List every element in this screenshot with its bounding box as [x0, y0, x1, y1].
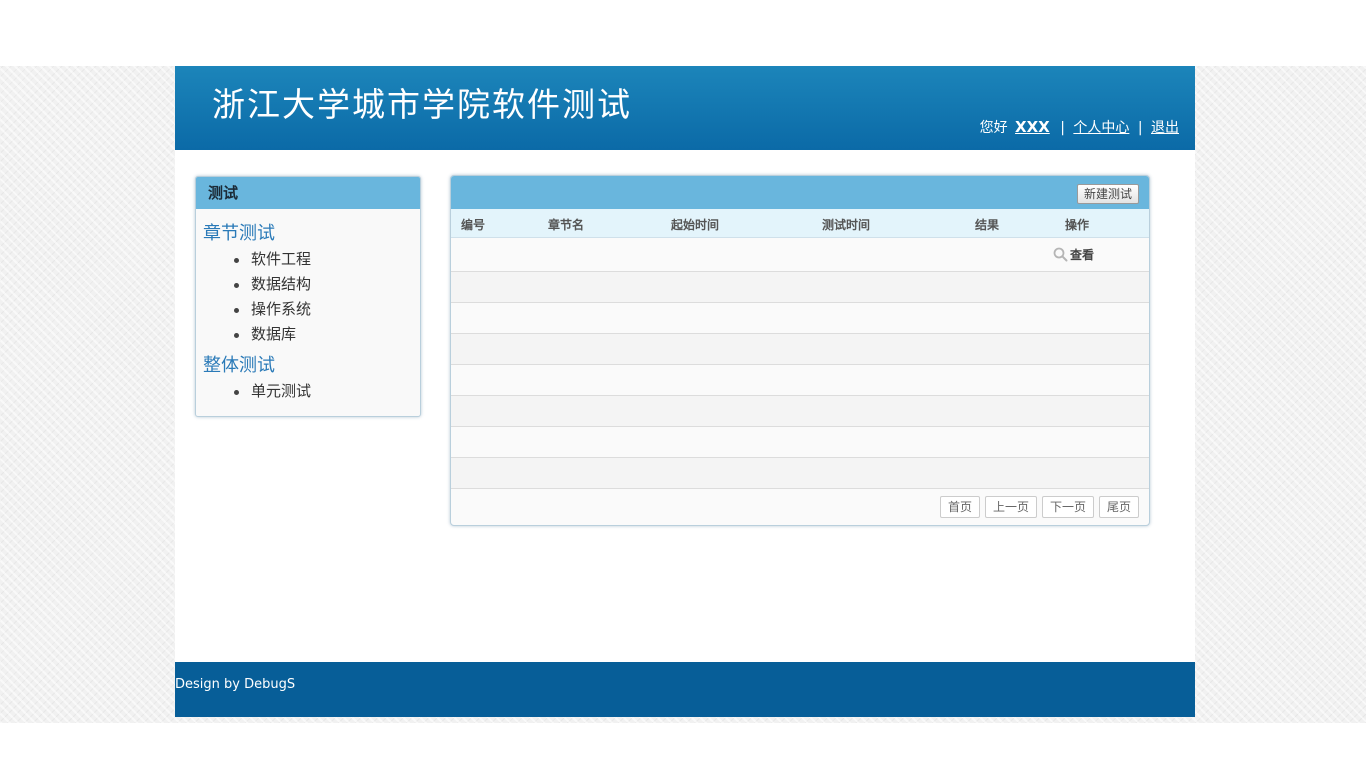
panel-toolbar: 新建测试: [451, 176, 1149, 209]
next-page-button[interactable]: 下一页: [1041, 496, 1094, 518]
table-row: [451, 458, 1149, 489]
last-page-button[interactable]: 尾页: [1098, 496, 1139, 518]
separator: |: [1060, 120, 1065, 136]
user-bar: 您好 XXX | 个人中心 | 退出: [980, 117, 1179, 137]
username-link[interactable]: XXX: [1015, 118, 1050, 136]
column-header-id: 编号: [461, 218, 486, 232]
test-sidebar: 测试 章节测试 软件工程 数据结构 操作系统 数据库 整体测试 单元测试: [195, 176, 421, 417]
magnifier-icon: [1053, 247, 1068, 262]
sidebar-group-overall-test[interactable]: 整体测试: [203, 351, 420, 377]
table-row: 查看: [451, 238, 1149, 272]
view-label: 查看: [1070, 248, 1095, 262]
sidebar-item-software-engineering[interactable]: 软件工程: [196, 247, 420, 272]
sidebar-item-operating-systems[interactable]: 操作系统: [196, 297, 420, 322]
first-page-button[interactable]: 首页: [939, 496, 980, 518]
test-list-panel: 新建测试 编号 章节名 起始时间 测试时间 结果 操作 查看 首页 上一页 下一…: [450, 175, 1150, 526]
footer-credit: Design by DebugS: [175, 677, 296, 692]
pagination: 首页 上一页 下一页 尾页: [939, 496, 1139, 518]
table-header: 编号 章节名 起始时间 测试时间 结果 操作: [451, 209, 1149, 238]
site-footer: Design by DebugS: [175, 662, 1195, 717]
column-header-test-time: 测试时间: [822, 218, 871, 232]
sidebar-item-database[interactable]: 数据库: [196, 322, 420, 347]
logout-link[interactable]: 退出: [1151, 120, 1179, 136]
sidebar-heading: 测试: [196, 177, 420, 209]
table-row: [451, 334, 1149, 365]
overall-test-list: 单元测试: [196, 379, 420, 404]
column-header-result: 结果: [975, 218, 1000, 232]
sidebar-group-chapter-test[interactable]: 章节测试: [203, 219, 420, 245]
table-row: [451, 272, 1149, 303]
chapter-test-list: 软件工程 数据结构 操作系统 数据库: [196, 247, 420, 347]
page-container: 浙江大学城市学院软件测试 您好 XXX | 个人中心 | 退出 测试 章节测试 …: [175, 66, 1195, 717]
table-row: [451, 427, 1149, 458]
table-row: [451, 365, 1149, 396]
site-header: 浙江大学城市学院软件测试 您好 XXX | 个人中心 | 退出: [175, 66, 1195, 150]
greeting-text: 您好: [979, 120, 1008, 136]
prev-page-button[interactable]: 上一页: [984, 496, 1037, 518]
column-header-start-time: 起始时间: [671, 218, 720, 232]
profile-link[interactable]: 个人中心: [1073, 120, 1129, 136]
table-row: [451, 396, 1149, 427]
site-title: 浙江大学城市学院软件测试: [212, 85, 632, 124]
new-test-button[interactable]: 新建测试: [1076, 184, 1139, 204]
view-link[interactable]: 查看: [1053, 246, 1094, 263]
column-header-chapter: 章节名: [548, 218, 585, 232]
table-row: [451, 303, 1149, 334]
separator: |: [1137, 120, 1143, 136]
column-header-action: 操作: [1065, 218, 1090, 232]
sidebar-item-unit-test[interactable]: 单元测试: [196, 379, 420, 404]
sidebar-item-data-structures[interactable]: 数据结构: [196, 272, 420, 297]
